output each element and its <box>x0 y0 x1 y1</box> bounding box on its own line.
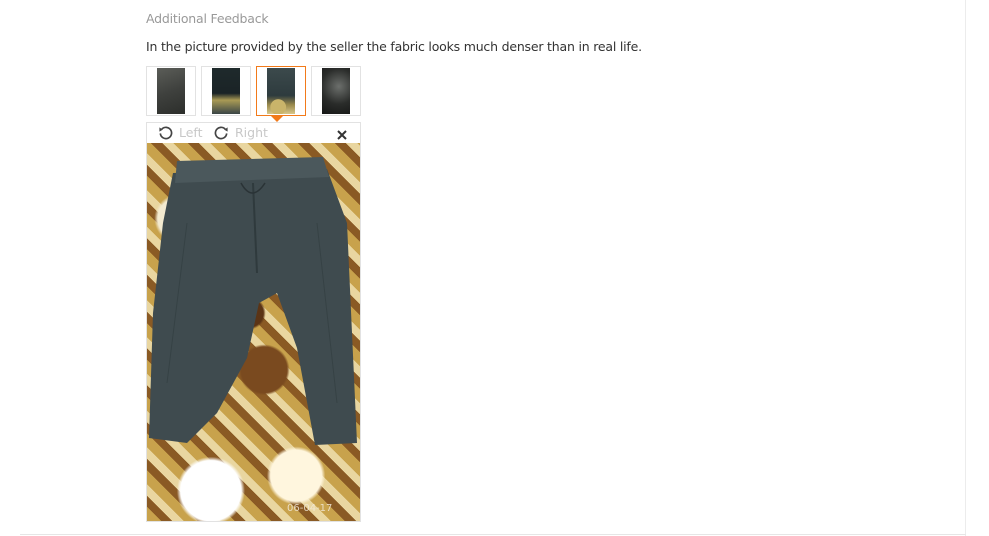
review-page: Additional Feedback In the picture provi… <box>0 0 989 536</box>
photo-thumbnail-selected[interactable] <box>256 66 306 116</box>
photo-viewer-toolbar: Left Right <box>147 123 360 143</box>
rotate-right-label: Right <box>235 125 268 140</box>
thumbnail-image <box>267 68 295 114</box>
photo-date-stamp: 06-04-17 <box>287 503 333 514</box>
section-divider <box>20 534 966 535</box>
rotate-right-icon <box>214 126 228 140</box>
rotate-left-button[interactable]: Left <box>158 125 203 140</box>
rotate-left-label: Left <box>179 125 203 140</box>
review-photo-large: 06-04-17 <box>147 143 360 521</box>
content-border <box>965 0 966 536</box>
thumbnail-image <box>212 68 240 114</box>
rotate-right-button[interactable]: Right <box>214 125 268 140</box>
photo-thumbnail[interactable] <box>201 66 251 116</box>
additional-feedback-title: Additional Feedback <box>146 11 269 26</box>
thumbnail-image <box>157 68 185 114</box>
close-viewer-button[interactable] <box>336 126 348 140</box>
additional-feedback-text: In the picture provided by the seller th… <box>146 39 642 54</box>
photo-viewer: Left Right 06-04-17 <box>146 122 361 522</box>
rotate-left-icon <box>159 126 173 140</box>
photo-thumbnail[interactable] <box>311 66 361 116</box>
thumbnail-image <box>322 68 350 114</box>
pants-photo <box>149 157 357 445</box>
close-icon <box>337 130 347 140</box>
photo-thumbnail[interactable] <box>146 66 196 116</box>
